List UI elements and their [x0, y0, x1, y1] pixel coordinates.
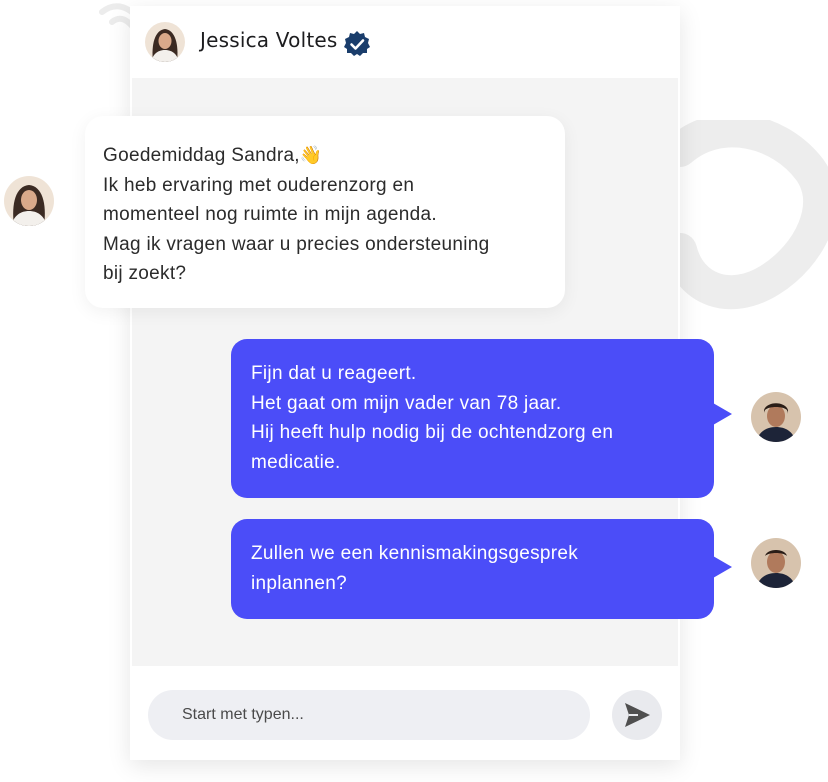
message-line: inplannen? — [251, 572, 347, 594]
verified-badge-icon — [344, 31, 370, 56]
message-line: Het gaat om mijn vader van 78 jaar. — [251, 392, 562, 414]
message-line: Goedemiddag Sandra,👋 — [103, 145, 323, 166]
bubble-tail — [713, 403, 732, 425]
contact-message-avatar — [4, 176, 54, 226]
send-button[interactable] — [612, 690, 662, 740]
waving-hand-emoji: 👋 — [299, 145, 323, 165]
composer-bar — [130, 666, 680, 760]
contact-name: Jessica Voltes — [200, 28, 338, 52]
chat-header: Jessica Voltes — [130, 6, 680, 78]
message-line: Mag ik vragen waar u precies ondersteuni… — [103, 233, 490, 255]
bubble-tail — [713, 556, 732, 578]
contact-avatar[interactable] — [145, 22, 185, 62]
message-line: Ik heb ervaring met ouderenzorg en — [103, 174, 415, 196]
message-line: Fijn dat u reageert. — [251, 363, 417, 384]
message-line: momenteel nog ruimte in mijn agenda. — [103, 204, 437, 225]
message-incoming-1: Goedemiddag Sandra,👋 Ik heb ervaring met… — [85, 116, 565, 308]
user-avatar — [751, 538, 801, 588]
decorative-logo-mark — [663, 120, 828, 310]
chat-illustration: Jessica Voltes Goedemi — [0, 0, 828, 782]
message-outgoing-1: Fijn dat u reageert. Het gaat om mijn va… — [231, 339, 714, 498]
message-input[interactable] — [148, 690, 590, 740]
send-icon — [625, 703, 650, 727]
message-line: Hij heeft hulp nodig bij de ochtendzorg … — [251, 422, 614, 443]
message-line: Zullen we een kennismakingsgesprek — [251, 543, 579, 564]
message-outgoing-2: Zullen we een kennismakingsgesprek inpla… — [231, 519, 714, 619]
message-line: bij zoekt? — [103, 263, 187, 284]
user-avatar — [751, 392, 801, 442]
message-line: medicatie. — [251, 451, 341, 473]
